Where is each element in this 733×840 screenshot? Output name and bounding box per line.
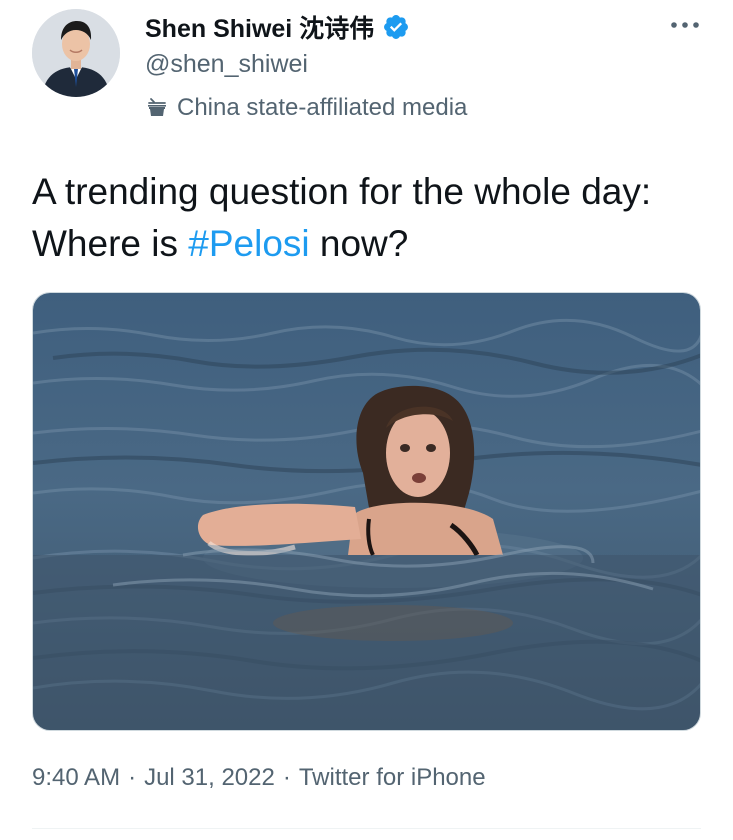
handle[interactable]: @shen_shiwei — [145, 46, 410, 82]
state-media-label[interactable]: China state-affiliated media — [145, 90, 467, 126]
author-block: Shen Shiwei 沈诗伟 @shen_shiwei — [145, 8, 410, 82]
hashtag-link[interactable]: #Pelosi — [188, 223, 309, 264]
tweet: Shen Shiwei 沈诗伟 @shen_shiwei China state… — [0, 0, 733, 840]
tweet-media-image[interactable] — [32, 292, 701, 731]
tweet-metadata: 9:40 AM · Jul 31, 2022 · Twitter for iPh… — [32, 760, 486, 796]
avatar[interactable] — [32, 9, 120, 97]
name-row: Shen Shiwei 沈诗伟 — [145, 8, 410, 46]
tweet-time[interactable]: 9:40 AM — [32, 764, 120, 792]
divider — [32, 828, 701, 829]
meta-separator: · — [282, 764, 291, 791]
avatar-photo — [32, 9, 120, 97]
swimmer-photo — [33, 293, 700, 730]
display-name[interactable]: Shen Shiwei 沈诗伟 — [145, 9, 374, 45]
more-options-button[interactable] — [666, 10, 704, 40]
verified-badge-icon — [382, 13, 410, 41]
tweet-text-end: now? — [309, 223, 409, 264]
tweet-text: A trending question for the whole day: W… — [32, 166, 702, 270]
tweet-source[interactable]: Twitter for iPhone — [299, 764, 486, 792]
government-building-icon — [145, 96, 169, 120]
meta-separator: · — [128, 764, 137, 791]
affiliation-label: China state-affiliated media — [177, 94, 468, 121]
tweet-date[interactable]: Jul 31, 2022 — [144, 764, 275, 792]
more-horizontal-icon — [670, 16, 700, 34]
